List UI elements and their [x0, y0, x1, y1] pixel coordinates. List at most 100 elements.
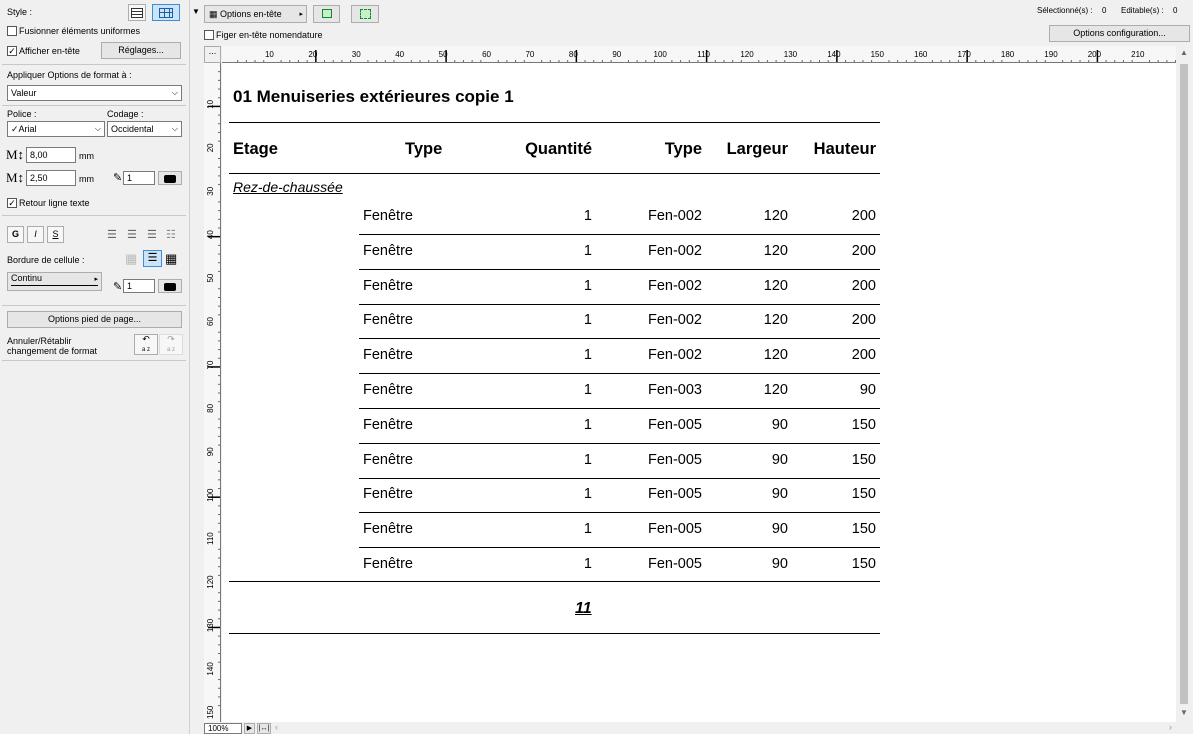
border-horizontal-button[interactable]: ☰	[143, 250, 162, 267]
undo-format-button[interactable]: ↶ a z	[134, 334, 158, 355]
scroll-right-icon[interactable]: ›	[1169, 722, 1172, 732]
border-none-icon[interactable]: ▦	[125, 251, 137, 267]
scroll-left-icon[interactable]: ‹	[275, 722, 278, 732]
line-type-value: Continu	[11, 273, 43, 283]
ruler-label: 180	[1001, 50, 1015, 59]
frame-dashed-icon	[359, 9, 371, 19]
cell-quantity: 1	[583, 277, 592, 294]
cell-width: 90	[771, 521, 788, 538]
ruler-label: 10	[206, 99, 215, 108]
cell-width: 120	[763, 208, 788, 224]
width-unit: mm	[79, 174, 94, 184]
table-style-icon	[131, 8, 143, 18]
cell-width: 120	[763, 242, 788, 259]
style-simple-button[interactable]	[128, 4, 146, 21]
cell-width: 90	[771, 556, 788, 572]
fusion-checkbox[interactable]	[7, 26, 17, 36]
cell-quantity: 1	[583, 208, 592, 224]
cell-quantity: 1	[583, 242, 592, 259]
fit-width-button[interactable]: |↔|	[257, 723, 271, 734]
cell-quantity: 1	[583, 312, 592, 329]
line-type-select[interactable]: Continu ▸	[7, 272, 102, 291]
selected-label: Sélectionné(s) :	[1037, 6, 1093, 15]
zoom-field[interactable]: 100%	[204, 723, 242, 734]
footer-options-button[interactable]: Options pied de page...	[7, 311, 182, 328]
cell-type-ref: Fen-005	[647, 486, 702, 503]
group-label: Rez-de-chaussée	[233, 179, 343, 195]
ruler-label: 110	[206, 532, 215, 545]
cell-type-ref: Fen-002	[647, 242, 702, 259]
vertical-scrollbar[interactable]: ▲ ▼	[1177, 46, 1191, 722]
cell-height: 200	[851, 242, 876, 259]
cell-width: 120	[763, 382, 788, 398]
collapse-arrow-icon[interactable]: ▼	[192, 7, 200, 16]
cell-type: Fenêtre	[363, 451, 413, 468]
ruler-label: 40	[395, 50, 404, 59]
cell-type: Fenêtre	[363, 521, 413, 538]
align-left-icon[interactable]: ☰	[107, 228, 117, 241]
cell-quantity: 1	[583, 451, 592, 468]
align-right-icon[interactable]: ☰	[147, 228, 157, 241]
pen-input[interactable]: 1	[123, 171, 155, 185]
border-color-button[interactable]	[158, 279, 182, 293]
font-label: Police :	[7, 109, 37, 119]
style-grid-button[interactable]	[152, 4, 180, 21]
vertical-ruler-svg: 10 20 30 40 50 60 70 80 90 100 110 120 130 140 150	[206, 71, 220, 719]
top-toolbar: ▼ ▦ Options en-tête ▸ Figer en-tête nomen…	[191, 0, 1193, 44]
font-select[interactable]: ✓Arial ⌵	[7, 121, 105, 137]
check-icon: ✓	[11, 124, 19, 134]
cell-height: 90	[859, 382, 876, 398]
apply-format-select[interactable]: Valeur ⌵	[7, 85, 182, 101]
underline-button[interactable]: S	[47, 226, 64, 243]
settings-button[interactable]: Réglages...	[101, 42, 181, 59]
schedule-page[interactable]: 01 Menuiseries extérieures copie 1 Etage…	[222, 63, 1176, 722]
row-separator	[359, 408, 880, 409]
cell-type: Fenêtre	[363, 382, 413, 398]
font-value: Arial	[18, 124, 37, 134]
header-options-button[interactable]: ▦ Options en-tête ▸	[204, 5, 307, 23]
cell-type-ref: Fen-005	[647, 556, 702, 572]
text-height-input[interactable]: 8,00	[26, 147, 76, 163]
cell-type-ref: Fen-005	[647, 521, 702, 538]
border-pen-input[interactable]: 1	[123, 279, 155, 293]
scroll-down-icon[interactable]: ▼	[1180, 708, 1188, 717]
border-all-icon[interactable]: ▦	[165, 251, 177, 267]
apply-format-label: Appliquer Options de format à :	[7, 70, 132, 80]
freeze-header-checkbox[interactable]	[204, 30, 214, 40]
ruler-corner-button[interactable]: ...	[204, 46, 221, 63]
text-width-input[interactable]: 2,50	[26, 170, 76, 186]
redo-format-button[interactable]: ↷ a z	[159, 334, 183, 355]
color-swatch-icon	[164, 174, 176, 183]
encoding-select[interactable]: Occidental ⌵	[107, 121, 182, 137]
row-separator	[359, 478, 880, 479]
cell-width: 120	[763, 347, 788, 364]
separator	[2, 64, 186, 65]
editable-label: Editable(s) :	[1121, 6, 1164, 15]
ruler-label: 170	[957, 50, 971, 59]
wrap-checkbox[interactable]: ✓	[7, 198, 17, 208]
apply-format-value: Valeur	[11, 88, 37, 98]
pen-color-button[interactable]	[158, 171, 182, 185]
footer-rule-bottom	[229, 633, 880, 634]
cell-type: Fenêtre	[363, 242, 413, 259]
align-center-icon[interactable]: ☰	[127, 228, 137, 241]
ruler-label: 60	[206, 317, 215, 326]
format-panel: Style : Fusionner éléments uniformes ✓ A…	[0, 0, 190, 734]
bold-button[interactable]: G	[7, 226, 24, 243]
config-options-button[interactable]: Options configuration...	[1049, 25, 1190, 42]
row-separator	[359, 269, 880, 270]
ruler-label: 100	[654, 50, 668, 59]
select-all-frame-button[interactable]	[351, 5, 379, 23]
ruler-label: 90	[612, 50, 621, 59]
show-header-checkbox[interactable]: ✓	[7, 46, 17, 56]
zoom-next-button[interactable]: ▶	[244, 723, 255, 734]
italic-button[interactable]: I	[27, 226, 44, 243]
scrollbar-thumb[interactable]	[1180, 64, 1188, 704]
scroll-up-icon[interactable]: ▲	[1180, 48, 1188, 57]
encoding-value: Occidental	[111, 124, 154, 134]
row-separator	[359, 234, 880, 235]
select-frame-button[interactable]	[313, 5, 340, 23]
cell-quantity: 1	[583, 556, 592, 572]
align-justify-icon[interactable]: ☷	[166, 228, 176, 241]
cell-height: 200	[851, 277, 876, 294]
